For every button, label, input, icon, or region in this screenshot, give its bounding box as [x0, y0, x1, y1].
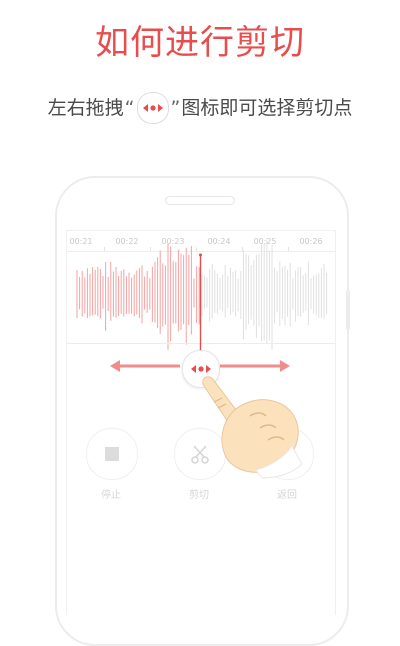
phone-side-button: [346, 290, 350, 330]
instruction-text: 左右拖拽 “ ” 图标即可选择剪切点: [0, 92, 400, 124]
handle-icon-inline: [136, 92, 169, 124]
cut-label: 剪切: [189, 490, 209, 501]
quote-close: ”: [170, 97, 181, 119]
phone-speaker: [165, 196, 235, 205]
instruction-before: 左右拖拽: [47, 97, 124, 119]
quote-open: “: [124, 97, 135, 119]
back-label: 返回: [277, 490, 297, 501]
stop-icon: [105, 447, 119, 461]
stop-label: 停止: [101, 490, 121, 501]
stop-button[interactable]: [86, 428, 138, 480]
page-title: 如何进行剪切: [95, 23, 305, 63]
instruction-after: 图标即可选择剪切点: [181, 97, 353, 119]
drag-right-arrow-icon: [220, 360, 290, 372]
pointing-hand-icon: [202, 376, 303, 479]
drag-left-arrow-icon: [110, 360, 180, 372]
cut-point-line: [199, 253, 202, 351]
double-arrow-dot-icon: [142, 104, 163, 112]
